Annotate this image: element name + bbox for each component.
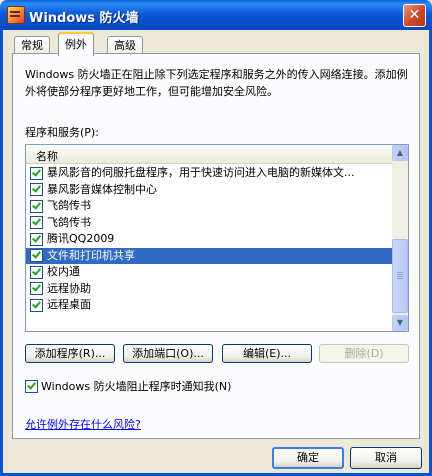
scroll-up-icon[interactable]: ▲	[392, 145, 408, 161]
firewall-icon	[7, 6, 25, 24]
window-title: Windows 防火墙	[29, 11, 139, 26]
column-header-label: 名称	[36, 150, 58, 163]
checkbox[interactable]	[30, 282, 43, 295]
list-item-label: 校内通	[47, 265, 80, 278]
list-item[interactable]: 暴风影音媒体控制中心	[26, 182, 392, 199]
list-item[interactable]: 远程协助	[26, 281, 392, 298]
checkbox[interactable]	[30, 298, 43, 312]
title-bar[interactable]: Windows 防火墙 ✕	[0, 0, 432, 30]
tab-general[interactable]: 常规	[14, 36, 50, 54]
scroll-thumb[interactable]	[392, 239, 408, 313]
checkbox[interactable]	[30, 265, 43, 279]
notify-checkbox[interactable]	[25, 379, 38, 393]
vertical-scrollbar[interactable]: ▲ ▼	[392, 145, 408, 331]
list-item-label: 暴风影音媒体控制中心	[47, 182, 157, 196]
checkbox[interactable]	[30, 183, 43, 196]
list-item[interactable]: 校内通	[26, 264, 392, 281]
list-item-label: 飞鸽传书	[47, 215, 91, 229]
list-item[interactable]: 飞鸽传书	[26, 198, 392, 215]
ok-button[interactable]: 确定	[272, 447, 344, 469]
tab-advanced[interactable]: 高级	[107, 36, 143, 54]
notify-label: Windows 防火墙阻止程序时通知我(N)	[41, 380, 232, 393]
exception-rows: 暴风影音的伺服托盘程序，用于快速访问进入电脑的新媒体文... 暴风影音媒体控制中…	[26, 165, 392, 314]
programs-services-label: 程序和服务(P):	[25, 126, 99, 139]
exception-risk-link[interactable]: 允许例外存在什么风险?	[25, 416, 141, 432]
list-item-label: 文件和打印机共享	[47, 248, 135, 262]
list-item-selected[interactable]: 文件和打印机共享	[26, 247, 392, 264]
checkbox[interactable]	[30, 166, 43, 180]
checkbox[interactable]	[30, 249, 43, 262]
list-item[interactable]: 腾讯QQ2009	[26, 231, 392, 248]
list-item-label: 远程协助	[47, 281, 91, 295]
close-button[interactable]: ✕	[403, 4, 426, 27]
checkbox[interactable]	[30, 216, 43, 229]
list-item-label: 腾讯QQ2009	[47, 232, 115, 245]
description-text: Windows 防火墙正在阻止除下列选定程序和服务之外的传入网络连接。添加例外将…	[25, 68, 408, 98]
edit-button[interactable]: 编辑(E)...	[222, 344, 312, 363]
checkbox[interactable]	[30, 199, 43, 213]
list-item-label: 飞鸽传书	[47, 199, 91, 212]
delete-button[interactable]: 删除(D)	[319, 344, 409, 363]
list-item-label: 远程桌面	[47, 298, 91, 311]
list-item[interactable]: 远程桌面	[26, 297, 392, 314]
list-item[interactable]: 飞鸽传书	[26, 215, 392, 232]
list-item-label: 暴风影音的伺服托盘程序，用于快速访问进入电脑的新媒体文...	[47, 166, 355, 179]
scroll-down-icon[interactable]: ▼	[392, 315, 408, 331]
list-item[interactable]: 暴风影音的伺服托盘程序，用于快速访问进入电脑的新媒体文...	[26, 165, 392, 182]
column-header-name[interactable]: 名称	[26, 145, 392, 164]
tab-exceptions[interactable]: 例外	[58, 32, 94, 56]
checkbox[interactable]	[30, 232, 43, 246]
window-border-left	[0, 30, 3, 476]
cancel-button[interactable]: 取消	[350, 447, 422, 469]
programs-listbox[interactable]: 名称 暴风影音的伺服托盘程序，用于快速访问进入电脑的新媒体文... 暴风影音媒体…	[25, 144, 409, 332]
add-port-button[interactable]: 添加端口(O)...	[123, 344, 213, 363]
add-program-button[interactable]: 添加程序(R)...	[25, 344, 115, 363]
notify-option[interactable]: Windows 防火墙阻止程序时通知我(N)	[25, 378, 231, 394]
exceptions-panel: Windows 防火墙正在阻止除下列选定程序和服务之外的传入网络连接。添加例外将…	[12, 53, 420, 439]
